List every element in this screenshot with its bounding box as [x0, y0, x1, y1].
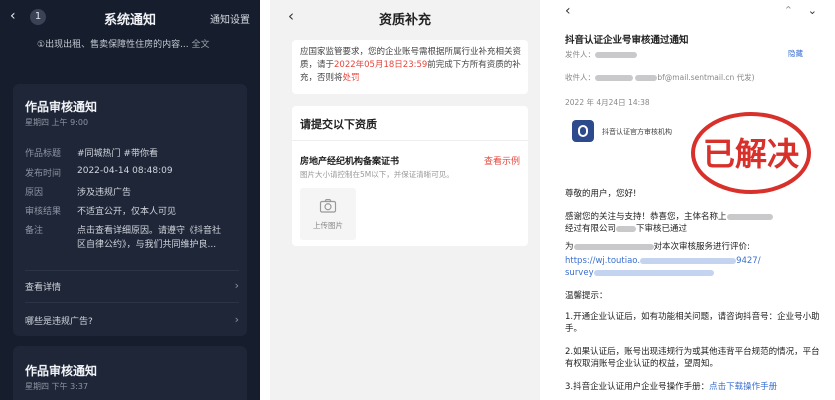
download-manual-link[interactable]: 点击下载操作手册	[709, 382, 777, 392]
card-title: 作品审核通知	[25, 100, 98, 114]
previous-email-icon[interactable]: ⌃	[784, 4, 793, 17]
chevron-right-icon: ›	[234, 279, 239, 292]
link-label: 哪些是违规广告?	[25, 317, 93, 327]
truncated-notice[interactable]: ①出现出租、售卖保障性住房的内容... 全文	[37, 37, 210, 50]
greeting: 尊敬的用户，您好!	[565, 189, 637, 199]
row-value: 点击查看详细原因。请遵守《抖音社	[77, 226, 222, 236]
row-key: 作品标题	[25, 149, 62, 159]
row-value: 不适宜公开，仅本人可见	[77, 207, 177, 217]
text-part: 为	[565, 242, 574, 252]
redacted-blur	[595, 52, 637, 58]
redacted-blur	[593, 269, 714, 276]
penalty-text: 处罚	[342, 73, 360, 83]
divider	[25, 270, 239, 271]
row-value: #同城热门 #带你看	[77, 149, 158, 159]
review-notification-card: 作品审核通知 星期四 上午 9:00 作品标题 #同城热门 #带你看 发布时间 …	[13, 84, 247, 336]
row-key: 审核结果	[25, 207, 62, 217]
stamp-text: 已解决	[703, 135, 799, 173]
qualification-panel: ‹ 资质补充 应国家监管要求，您的企业账号需根据所属行业补充相关资质，请于202…	[270, 0, 540, 400]
row-value: 区自律公约》，与我们共同维护良...	[77, 240, 217, 250]
back-chevron-icon[interactable]: ‹	[565, 3, 571, 19]
row-key: 原因	[25, 188, 44, 198]
link-label: 查看详情	[25, 283, 62, 293]
link-part[interactable]: https://wj.toutiao.	[565, 256, 640, 266]
email-panel: ‹ ⌃ ⌄ 抖音认证企业号审核通过通知 发件人： 隐藏 收件人： bf@mail…	[550, 0, 835, 400]
certification-logo-icon	[572, 120, 594, 142]
submit-qualification-card: 请提交以下资质 房地产经纪机构备案证书 查看示例 图片大小请控制在5M以下，并保…	[292, 106, 528, 246]
upload-image-button[interactable]: 上传图片	[300, 188, 356, 240]
resolved-stamp: 已解决	[691, 112, 811, 194]
divider	[292, 140, 528, 141]
violation-ads-help-link[interactable]: 哪些是违规广告? ›	[25, 313, 239, 327]
notice-text: ①出现出租、售卖保障性住房的内容...	[37, 40, 192, 50]
notification-panel: ‹ 1 系统通知 通知设置 ①出现出租、售卖保障性住房的内容... 全文 作品审…	[0, 0, 260, 400]
sender-line: 发件人：	[565, 49, 637, 60]
deadline-date: 2022年05月18日23:59	[334, 60, 428, 70]
section-heading: 请提交以下资质	[300, 118, 377, 131]
tip-1: 1.开通企业认证后，如有功能相关问题，请咨询抖音号：企业号小助手。	[565, 312, 820, 334]
redacted-blur	[726, 213, 773, 220]
camera-icon	[319, 199, 337, 213]
org-name: 抖音认证官方审核机构	[602, 128, 672, 136]
certificate-label: 房地产经纪机构备案证书	[300, 157, 400, 167]
view-details-link[interactable]: 查看详情 ›	[25, 279, 239, 293]
regulatory-notice: 应国家监管要求，您的企业账号需根据所属行业补充相关资质，请于2022年05月18…	[292, 40, 528, 94]
text-part: 对本次审核服务进行评价:	[653, 242, 750, 252]
row-value: 涉及违规广告	[77, 188, 132, 198]
redacted-blur	[595, 75, 633, 81]
redacted-blur	[640, 257, 737, 264]
card-timestamp: 星期四 上午 9:00	[25, 118, 89, 127]
redacted-blur	[573, 243, 654, 250]
view-sample-link[interactable]: 查看示例	[484, 154, 520, 167]
redacted-blur	[616, 225, 637, 232]
tip-3: 3.抖音企业认证用户企业号操作手册：点击下载操作手册	[565, 381, 821, 393]
row-key: 备注	[25, 226, 44, 236]
link-part[interactable]: 9427/	[736, 256, 761, 266]
text-part: 感谢您的关注与支持！恭喜您，主体名称上	[565, 212, 727, 222]
text-part: 3.抖音企业认证用户企业号操作手册：	[565, 382, 710, 392]
notification-settings-link[interactable]: 通知设置	[210, 11, 250, 26]
review-notification-card: 作品审核通知 星期四 下午 3:37	[13, 346, 247, 400]
link-part[interactable]: survey	[565, 268, 594, 278]
survey-link[interactable]: https://wj.toutiao. 9427/survey	[565, 255, 821, 279]
hide-details-link[interactable]: 隐藏	[788, 48, 803, 59]
upload-label: 上传图片	[313, 221, 343, 230]
upload-hint: 图片大小请控制在5M以下，并保证清晰可见。	[300, 170, 454, 179]
text-part: 经过有限公司	[565, 224, 617, 234]
approval-paragraph: 感谢您的关注与支持！恭喜您，主体名称上 经过有限公司 下审核已通过	[565, 211, 821, 235]
page-title: 资质补充	[378, 13, 431, 28]
redacted-blur	[635, 75, 658, 81]
email-subject: 抖音认证企业号审核通过通知	[565, 35, 689, 46]
recipient-line: 收件人： bf@mail.sentmail.cn 代发)	[565, 72, 755, 83]
card-title: 作品审核通知	[25, 364, 98, 378]
survey-paragraph: 为 对本次审核服务进行评价:	[565, 241, 821, 253]
tips-title: 温馨提示：	[565, 291, 608, 301]
recipient-suffix: bf@mail.sentmail.cn 代发)	[657, 73, 755, 82]
notification-header: ‹ 1 系统通知 通知设置	[0, 0, 260, 34]
row-value: 2022-04-14 08:48:09	[77, 166, 173, 176]
sender-label: 发件人：	[565, 50, 595, 59]
notice-text: 应国家监管要求，您的企业账号需根据所属行业补充相关资质，请于2022年05月18…	[300, 46, 522, 85]
text-part: 下审核已通过	[636, 224, 688, 234]
chevron-right-icon: ›	[234, 313, 239, 326]
show-full-text-link[interactable]: 全文	[192, 40, 210, 50]
tip-2: 2.如果认证后，账号出现违规行为或其他违背平台规范的情况，平台有权取消账号企业认…	[565, 347, 820, 369]
email-date: 2022 年 4月24日 14:38	[565, 98, 650, 107]
recipient-label: 收件人：	[565, 73, 595, 82]
next-email-icon[interactable]: ⌄	[808, 4, 817, 17]
card-timestamp: 星期四 下午 3:37	[25, 382, 89, 391]
divider	[25, 302, 239, 303]
row-key: 发布时间	[25, 169, 62, 179]
